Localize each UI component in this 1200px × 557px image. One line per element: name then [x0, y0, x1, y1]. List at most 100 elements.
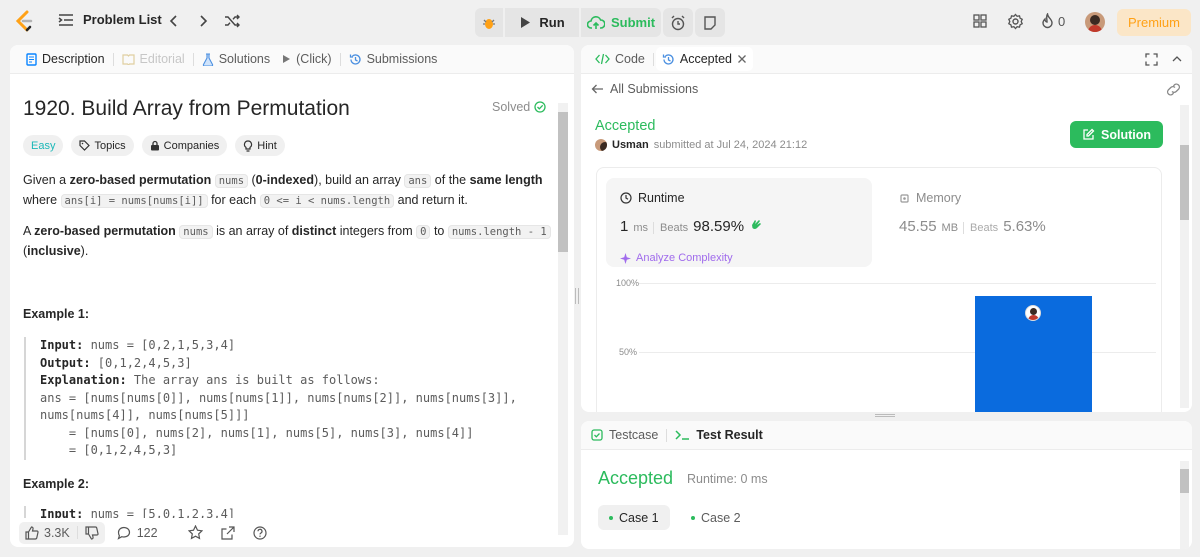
- explanation-value: The array ans is built as follows:: [126, 373, 380, 387]
- tab-code[interactable]: Code: [589, 47, 651, 71]
- topics-label: Topics: [94, 139, 126, 152]
- chevron-left-icon[interactable]: [166, 13, 182, 29]
- scrollbar[interactable]: [1180, 105, 1189, 408]
- checkbox-icon: [591, 429, 603, 441]
- all-submissions-link[interactable]: All Submissions: [591, 82, 698, 96]
- thumbs-up-icon[interactable]: [25, 525, 39, 540]
- vertical-resize-handle[interactable]: [575, 288, 579, 304]
- scrollbar[interactable]: [1180, 461, 1189, 549]
- layout-grid-icon[interactable]: [972, 13, 988, 29]
- scrollbar-thumb[interactable]: [1180, 145, 1189, 220]
- text: and return it.: [394, 193, 468, 207]
- companies-label: Companies: [163, 139, 220, 152]
- memory-beats-value: 5.63%: [1003, 218, 1046, 235]
- topics-chip[interactable]: Topics: [71, 135, 134, 156]
- run-label: Run: [539, 15, 565, 30]
- note-icon: [703, 15, 717, 30]
- timer-button[interactable]: [663, 8, 693, 37]
- comment-icon[interactable]: [117, 526, 131, 540]
- chevron-up-icon[interactable]: [1171, 53, 1183, 65]
- streak-counter[interactable]: 0: [1041, 13, 1065, 29]
- performance-card: Runtime 1 ms Beats 98.59% Analyze Comple…: [596, 167, 1162, 412]
- companies-chip[interactable]: Companies: [141, 135, 228, 156]
- test-status: Accepted: [598, 468, 674, 488]
- shuffle-icon[interactable]: [224, 13, 240, 29]
- input-value: nums = [0,2,1,5,3,4]: [83, 338, 236, 352]
- inline-code: 0: [416, 225, 431, 239]
- username[interactable]: Usman: [612, 139, 649, 151]
- hint-chip[interactable]: Hint: [235, 135, 285, 156]
- solution-label: Solution: [1101, 127, 1151, 142]
- premium-button[interactable]: Premium: [1117, 9, 1191, 36]
- difficulty-badge[interactable]: Easy: [23, 135, 64, 156]
- notes-button[interactable]: [695, 8, 725, 37]
- tag-icon: [79, 140, 91, 151]
- text: to: [430, 224, 448, 238]
- inline-code: ans[i] = nums[nums[i]]: [60, 194, 208, 208]
- close-icon[interactable]: [737, 54, 747, 64]
- leetcode-logo-icon[interactable]: [14, 10, 34, 32]
- case-tab-2[interactable]: Case 2: [680, 505, 752, 530]
- clap-icon: [749, 218, 763, 231]
- chevron-right-icon[interactable]: [195, 13, 211, 29]
- runtime-card[interactable]: Runtime 1 ms Beats 98.59% Analyze Comple…: [606, 178, 872, 267]
- tab-code-label: Code: [615, 52, 645, 66]
- run-controls: Run Submit: [475, 8, 661, 37]
- solution-button[interactable]: Solution: [1070, 121, 1163, 148]
- scrollbar[interactable]: [558, 103, 568, 535]
- run-button[interactable]: Run: [505, 8, 579, 37]
- tab-description[interactable]: Description: [20, 45, 111, 74]
- avatar[interactable]: [595, 139, 607, 151]
- fire-icon: [1041, 13, 1054, 29]
- inline-code: nums.length - 1: [447, 225, 551, 239]
- bottom-tab-bar: Testcase Test Result: [581, 421, 1192, 450]
- inline-code: 0 <= i < nums.length: [259, 194, 395, 208]
- text-bold: zero-based permutation: [69, 173, 212, 187]
- text-bold: same length: [469, 173, 543, 187]
- page-title: 1920. Build Array from Permutation: [23, 97, 350, 120]
- memory-heading[interactable]: Memory: [899, 191, 961, 205]
- submission-meta: Usman submitted at Jul 24, 2024 21:12: [595, 139, 807, 151]
- share-icon[interactable]: [220, 525, 235, 540]
- memory-unit: MB: [941, 222, 959, 234]
- thumbs-down-icon[interactable]: [85, 525, 99, 540]
- tab-solutions[interactable]: Solutions: [196, 45, 276, 74]
- avatar[interactable]: [1085, 12, 1105, 32]
- book-icon: [121, 53, 135, 65]
- horizontal-resize-handle[interactable]: [875, 414, 895, 417]
- problem-list-button[interactable]: Problem List: [58, 12, 162, 27]
- arrow-left-icon: [591, 83, 604, 95]
- analyze-complexity-link[interactable]: Analyze Complexity: [620, 252, 733, 264]
- gear-icon[interactable]: [1007, 13, 1024, 30]
- maximize-icon[interactable]: [1145, 53, 1158, 66]
- runtime-label: Runtime: [638, 191, 685, 205]
- text: for each: [207, 193, 260, 207]
- text-bold: inclusive: [27, 244, 81, 258]
- test-runtime: Runtime: 0 ms: [687, 472, 768, 486]
- tab-testcase[interactable]: Testcase: [591, 428, 658, 442]
- scrollbar-thumb[interactable]: [1180, 469, 1189, 493]
- tab-submissions[interactable]: Submissions: [343, 45, 444, 74]
- case-tab-1[interactable]: Case 1: [598, 505, 670, 530]
- explanation-label: Explanation:: [40, 373, 127, 387]
- play-icon: [282, 54, 291, 64]
- tab-test-result[interactable]: Test Result: [675, 428, 763, 442]
- left-tab-bar: Description Editorial Solutions (Click): [10, 45, 574, 74]
- output-label: Output:: [40, 355, 91, 370]
- tab-test-result-label: Test Result: [696, 428, 763, 442]
- submit-button[interactable]: Submit: [581, 8, 661, 37]
- link-icon[interactable]: [1166, 83, 1181, 96]
- comments-count[interactable]: 122: [137, 526, 158, 540]
- history-icon: [662, 53, 675, 66]
- case-label: Case 2: [701, 510, 741, 525]
- test-panel: Testcase Test Result Accepted Runtime: 0…: [581, 421, 1192, 549]
- tab-editorial[interactable]: Editorial: [116, 45, 191, 74]
- star-icon[interactable]: [187, 525, 203, 540]
- help-icon[interactable]: [252, 525, 267, 540]
- debug-button[interactable]: [475, 8, 503, 37]
- description-paragraph-2: A zero-based permutation nums is an arra…: [23, 222, 556, 261]
- tab-accepted[interactable]: Accepted: [655, 47, 754, 71]
- scrollbar-thumb[interactable]: [558, 112, 568, 252]
- tab-click[interactable]: (Click): [276, 45, 337, 74]
- tab-divider: [652, 52, 654, 66]
